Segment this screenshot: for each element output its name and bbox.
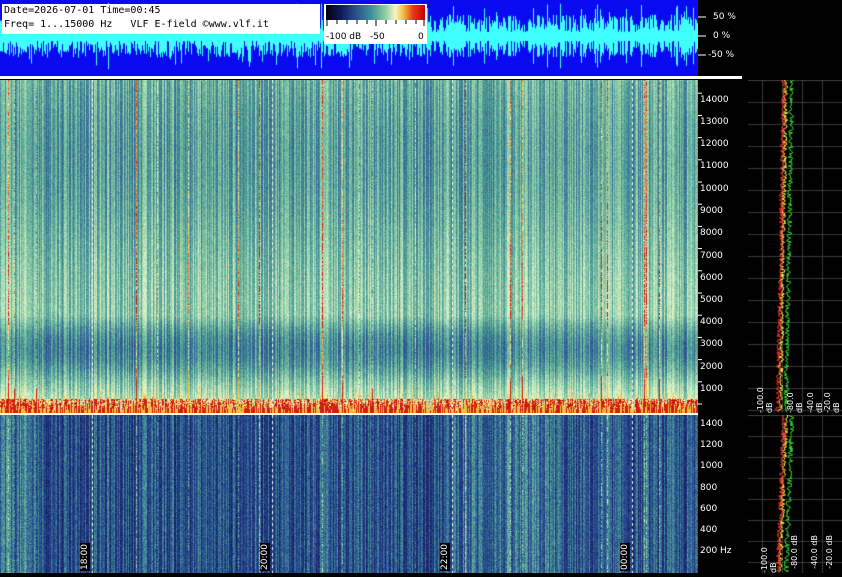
db-label-lower-80: -80.0 dB (790, 535, 799, 569)
freq-axis-upper: 14000 13000 12000 11000 10000 9000 8000 … (698, 80, 748, 413)
freq-label-1000: 1000 (700, 461, 723, 471)
colorbar-legend: -100 dB -50 0 (324, 4, 427, 44)
spectrogram-upper (0, 80, 698, 413)
spectrogram-lower (0, 415, 698, 573)
db-label-lower-20: -20.0 dB (825, 535, 834, 569)
db-label-upper-100: -100.0 dB (756, 387, 774, 413)
colorbar-gradient (326, 5, 425, 20)
time-label-2200: 22:00 (440, 543, 450, 571)
db-label-lower-40: -40.0 dB (810, 535, 819, 569)
spectrum-plot-upper (748, 80, 842, 413)
freq-label-10000: 10000 (700, 184, 729, 194)
date-time-label: Date=2026-07-01 Time=00:45 (4, 5, 161, 16)
colorbar-label-high: 0 (418, 32, 424, 42)
freq-label-9000: 9000 (700, 206, 723, 216)
info-box: Date=2026-07-01 Time=00:45 Freq= 1...150… (2, 4, 320, 34)
freq-label-6000: 6000 (700, 273, 723, 283)
spectrum-panel-upper: -100.0 dB -80.0 dB -40.0 dB -20.0 dB (748, 80, 842, 413)
freq-label-600: 600 (700, 504, 718, 514)
freq-label-400: 400 (700, 525, 718, 535)
freq-label-200hz: 200 Hz (700, 546, 732, 556)
amplitude-label-minus50: -50 % (708, 50, 735, 60)
db-label-upper-40: -40.0 dB (806, 392, 824, 413)
time-label-1800: 18:00 (80, 543, 90, 571)
freq-label-2000: 2000 (700, 362, 723, 372)
time-label-2000: 20:00 (260, 543, 270, 571)
spectrum-panel-lower: -100.0 dB -80.0 dB -40.0 dB -20.0 dB (748, 415, 842, 573)
db-label-lower-100: -100.0 dB (760, 547, 778, 573)
divider-line (0, 76, 742, 79)
freq-label-1400: 1400 (700, 419, 723, 429)
freq-label-12000: 12000 (700, 139, 729, 149)
db-label-upper-80: -80.0 dB (786, 392, 804, 413)
db-label-upper-20: -20.0 dB (823, 392, 841, 413)
freq-label-1000: 1000 (700, 384, 723, 394)
time-label-0000: 00:00 (620, 543, 630, 571)
colorbar-label-low: -100 dB (326, 32, 362, 42)
freq-label-800: 800 (700, 483, 718, 493)
freq-label-3000: 3000 (700, 339, 723, 349)
freq-label-13000: 13000 (700, 117, 729, 127)
amplitude-label-50: 50 % (713, 12, 736, 22)
colorbar-ticks (326, 20, 425, 26)
freq-label-14000: 14000 (700, 95, 729, 105)
amplitude-label-0: 0 % (713, 31, 731, 41)
freq-label-11000: 11000 (700, 161, 729, 171)
freq-label-5000: 5000 (700, 295, 723, 305)
colorbar-label-mid: -50 (370, 32, 385, 42)
freq-label-7000: 7000 (700, 251, 723, 261)
freq-axis-lower: 1400 1200 1000 800 600 400 200 Hz (698, 415, 748, 573)
freq-source-label: Freq= 1...15000 Hz VLF E-field ©www.vlf.… (4, 19, 269, 30)
freq-label-8000: 8000 (700, 228, 723, 238)
freq-label-1200: 1200 (700, 440, 723, 450)
freq-label-4000: 4000 (700, 317, 723, 327)
